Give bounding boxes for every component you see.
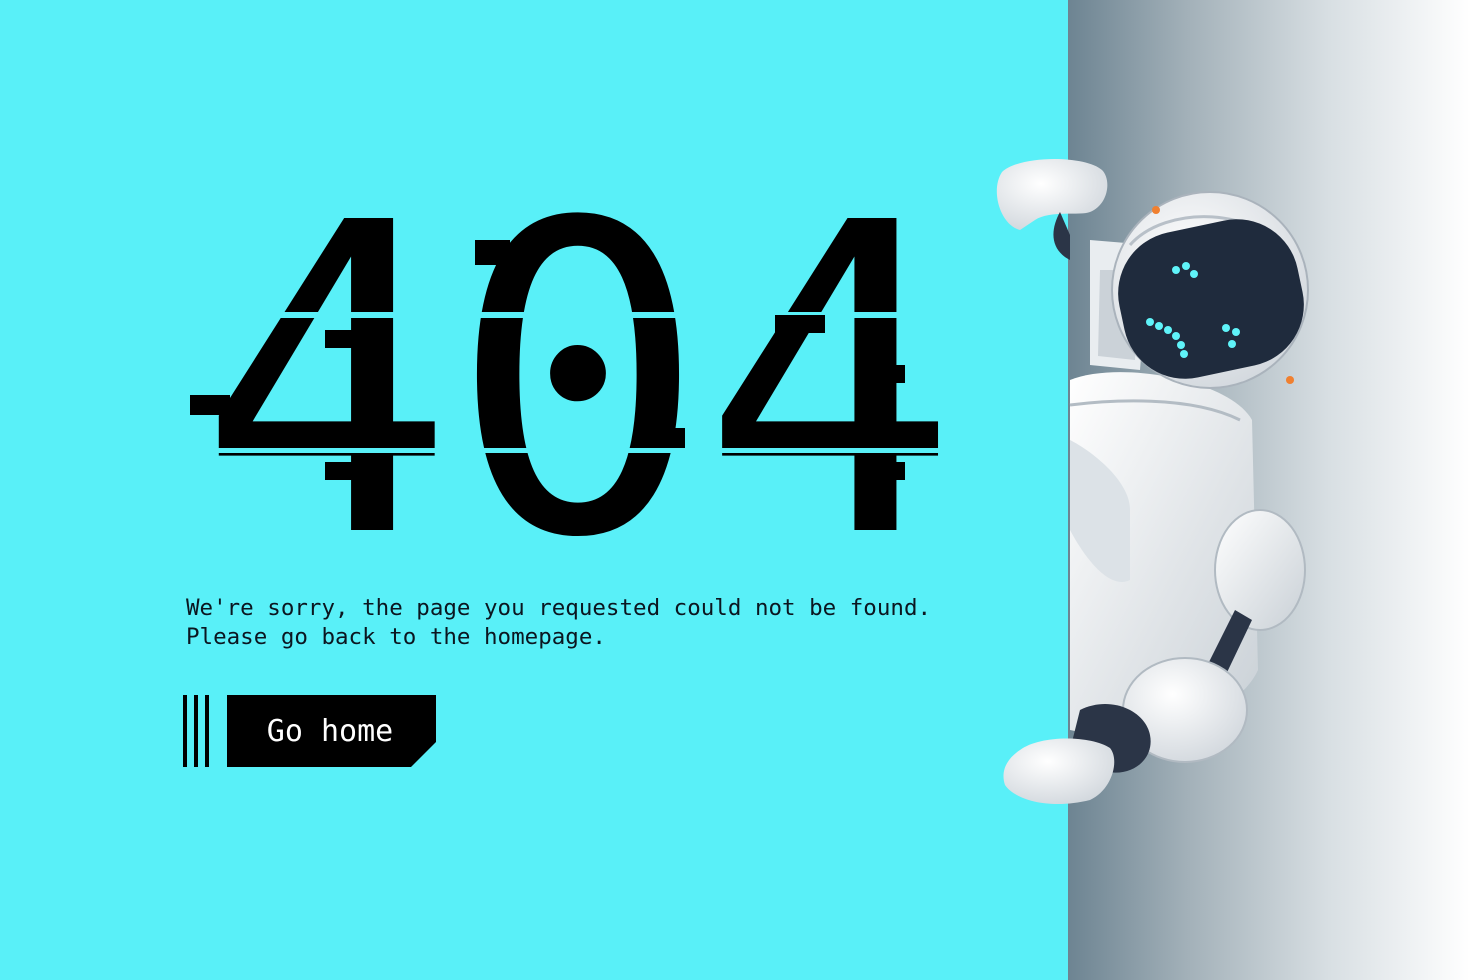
error-message: We're sorry, the page you requested coul…	[186, 594, 1046, 652]
error-code-text: 404	[197, 200, 952, 550]
robot-peeking-icon	[990, 150, 1320, 840]
go-home-button[interactable]: Go home	[183, 695, 443, 769]
error-code-heading: 404	[175, 200, 975, 550]
go-home-button-body[interactable]: Go home	[227, 695, 437, 767]
error-message-line-2: Please go back to the homepage.	[186, 624, 606, 650]
error-message-line-1: We're sorry, the page you requested coul…	[186, 595, 932, 621]
not-found-page: 404 We're sorry, the page you requested …	[0, 0, 1470, 980]
go-home-button-label: Go home	[266, 713, 394, 749]
button-stripes-decoration	[183, 695, 219, 767]
